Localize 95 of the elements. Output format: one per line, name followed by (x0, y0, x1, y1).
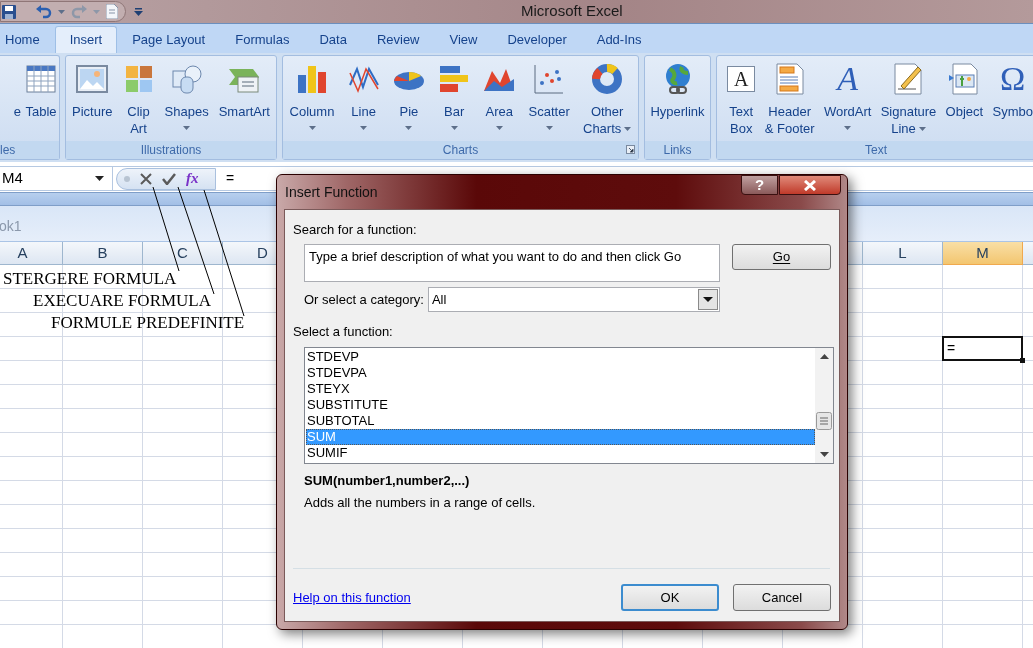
text-box-icon: A (727, 66, 756, 92)
ribbon-button[interactable]: Scatter (526, 56, 572, 141)
dropdown-caret-icon (697, 289, 718, 310)
column-header[interactable]: A (0, 242, 63, 265)
customize-caret-icon[interactable] (134, 7, 143, 16)
ribbon-button[interactable]: Column (287, 56, 337, 141)
list-item[interactable]: SUBTOTAL (306, 413, 815, 429)
ribbon-button[interactable]: Bar (436, 56, 473, 141)
ribbon-button[interactable]: Line (345, 56, 382, 141)
ribbon-button[interactable]: Signature Line (878, 56, 939, 141)
category-dropdown[interactable]: All (427, 287, 720, 312)
table-icon (25, 63, 57, 95)
ok-button[interactable]: OK (621, 584, 719, 611)
cancel-icon[interactable] (140, 172, 152, 185)
ribbon-button[interactable]: Table (23, 56, 59, 141)
bar-chart-icon (438, 63, 471, 95)
list-item[interactable]: STEYX (306, 381, 815, 397)
document-icon (773, 63, 806, 95)
ribbon-button[interactable]: Picture (70, 56, 115, 141)
annotation-label: STERGERE FORMULA (3, 269, 177, 289)
fill-handle[interactable] (1020, 358, 1025, 363)
close-icon (803, 179, 817, 191)
wordart-icon: A (837, 63, 858, 95)
function-signature: SUM(number1,number2,...) (304, 472, 470, 490)
annotation-label: FORMULE PREDEFINITE (51, 313, 245, 333)
picture-icon (76, 63, 109, 95)
shapes-icon (170, 63, 203, 95)
list-item[interactable]: SUMIF (306, 445, 815, 461)
ribbon-tab[interactable]: Formulas (220, 26, 305, 53)
formula-field[interactable]: = (226, 168, 235, 189)
dropdown-caret-icon[interactable] (58, 9, 65, 14)
ribbon-button[interactable]: Shapes (162, 56, 211, 141)
ribbon-tab[interactable]: Developer (492, 26, 582, 53)
ribbon-button[interactable]: A Text Box (725, 56, 758, 141)
ribbon-button[interactable]: Area (481, 56, 518, 141)
undo-icon[interactable] (36, 4, 52, 19)
group-label: Links (663, 142, 692, 159)
field-label: Search for a function: (293, 221, 417, 238)
dialog-title: Insert Function (284, 182, 378, 202)
window-title: Microsoft Excel (521, 1, 623, 22)
field-label: Or select a category: (304, 290, 424, 309)
ribbon-button[interactable]: A WordArt (821, 56, 874, 141)
dropdown-caret-icon (95, 176, 104, 181)
scroll-thumb[interactable] (816, 412, 832, 430)
ribbon-tab[interactable]: Insert (54, 26, 118, 53)
grip-icon (124, 175, 130, 182)
dialog-launcher-icon[interactable] (626, 145, 635, 154)
ribbon-button[interactable]: Clip Art (120, 56, 157, 141)
active-cell[interactable]: = (942, 336, 1023, 361)
list-item[interactable]: STDEVPA (306, 365, 815, 381)
group-label: Illustrations (140, 142, 202, 159)
scatter-chart-icon (533, 63, 566, 95)
ribbon-button[interactable]: Object (943, 56, 986, 141)
ribbon-button[interactable]: Hyperlink (648, 56, 707, 141)
ribbon-button[interactable]: Header & Footer (762, 56, 817, 141)
search-field[interactable]: Type a brief description of what you want to do and then click Go (304, 244, 720, 282)
ribbon-tab[interactable]: Home (0, 26, 55, 53)
group-label: Text (865, 142, 887, 159)
name-box[interactable]: M4 (0, 167, 113, 190)
symbol-icon: Ω (1000, 63, 1026, 95)
document-icon (948, 63, 981, 95)
ribbon-tab[interactable]: View (434, 26, 493, 53)
cancel-button[interactable]: Cancel (733, 584, 831, 611)
ribbon-tab[interactable]: Page Layout (117, 26, 221, 53)
list-item[interactable]: STDEVP (306, 349, 815, 365)
ribbon-tab[interactable]: Add-Ins (581, 26, 657, 53)
go-button[interactable]: Go (732, 244, 831, 270)
ribbon-button[interactable]: Other Charts (581, 56, 634, 141)
insert-function-button[interactable]: fx (186, 171, 199, 186)
ribbon-button[interactable]: Pie (390, 56, 427, 141)
ribbon-button[interactable]: e (11, 56, 23, 141)
donut-chart-icon (591, 63, 624, 95)
ribbon-tab[interactable]: Data (304, 26, 362, 53)
save-icon[interactable] (2, 4, 16, 19)
column-header[interactable]: C (143, 242, 223, 265)
document-icon[interactable] (106, 4, 118, 19)
ribbon-button[interactable]: SmartArt (216, 56, 272, 141)
column-chart-icon (296, 63, 328, 95)
group-label: Charts (442, 142, 479, 159)
pencil-document-icon (892, 63, 925, 95)
workbook-title: ok1 (0, 217, 22, 236)
function-description: Adds all the numbers in a range of cells. (304, 493, 536, 512)
close-button[interactable] (779, 175, 841, 195)
help-link[interactable]: Help on this function (293, 587, 411, 608)
column-header[interactable]: B (63, 242, 143, 265)
field-label: Select a function: (293, 323, 393, 340)
function-list[interactable]: STDEVP STDEVPA STEYX SUBSTITUTE SUBTOTAL SUM SUMIF (304, 347, 834, 464)
ribbon-button[interactable]: Ω Symbo (990, 56, 1033, 141)
checkmark-icon[interactable] (162, 172, 176, 185)
column-header[interactable]: M (943, 242, 1023, 265)
list-item[interactable]: SUBSTITUTE (306, 397, 815, 413)
ribbon-tab[interactable]: Review (361, 26, 435, 53)
column-header[interactable]: L (863, 242, 943, 265)
annotation-label: EXECUARE FORMULA (33, 291, 212, 311)
group-label: les (0, 142, 16, 159)
